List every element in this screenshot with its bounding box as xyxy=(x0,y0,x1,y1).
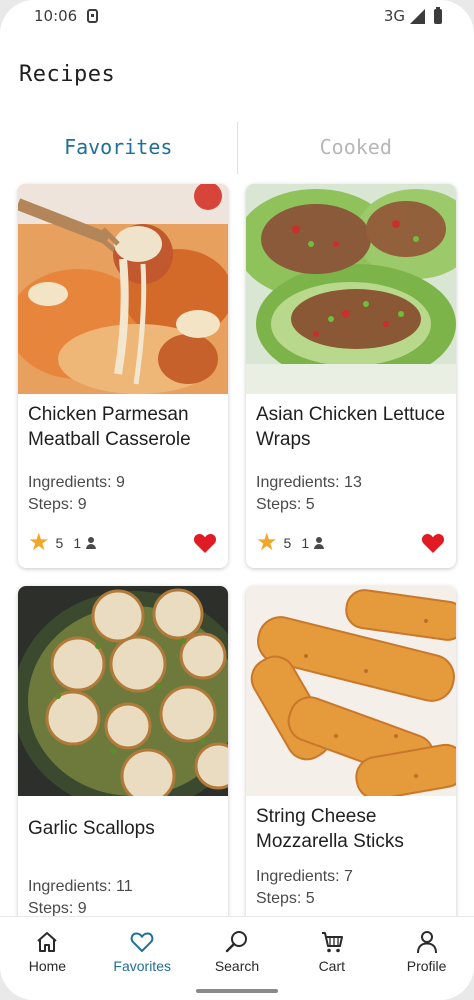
phone-screen: 10:06 3G Recipes Favorites Cooked Chicke… xyxy=(0,0,474,1000)
favorite-heart-icon[interactable] xyxy=(420,531,446,555)
recipe-image-casserole xyxy=(18,184,228,394)
recipe-card[interactable]: Asian Chicken Lettuce Wraps Ingredients:… xyxy=(246,184,456,568)
recipe-title: Asian Chicken Lettuce Wraps xyxy=(256,404,446,450)
ingredients-count: Ingredients: 11 xyxy=(28,878,133,895)
nav-profile[interactable]: Profile xyxy=(379,929,474,1000)
card-footer: ★ 5 1 xyxy=(256,530,446,556)
recipe-meta: Ingredients: 11 Steps: 9 xyxy=(28,876,218,920)
recipe-meta: Ingredients: 9 Steps: 9 xyxy=(28,472,218,516)
recipe-image-lettuce-wraps xyxy=(246,184,456,394)
nav-home[interactable]: Home xyxy=(0,929,95,1000)
recipe-card[interactable]: String Cheese Mozzarella Sticks Ingredie… xyxy=(246,586,456,926)
cooked-count: 1 xyxy=(301,535,310,551)
search-icon xyxy=(225,931,247,953)
recipe-title: Chicken Parmesan Meatball Casserole xyxy=(28,404,191,450)
heart-icon xyxy=(130,932,154,953)
ingredients-count: Ingredients: 13 xyxy=(256,474,362,491)
recipe-card[interactable]: Chicken Parmesan Meatball Casserole Ingr… xyxy=(18,184,228,568)
recipe-meta: Ingredients: 7 Steps: 5 xyxy=(256,866,446,910)
rating-value: 5 xyxy=(283,535,292,551)
network-type: 3G xyxy=(383,7,405,25)
person-icon xyxy=(313,537,325,549)
cart-icon xyxy=(321,932,343,953)
recipe-image-scallops xyxy=(18,586,228,796)
status-left: 10:06 xyxy=(34,7,99,25)
recipe-meta: Ingredients: 13 Steps: 5 xyxy=(256,472,446,516)
steps-count: Steps: 5 xyxy=(256,890,315,907)
status-bar: 10:06 3G xyxy=(0,0,474,32)
favorite-heart-icon[interactable] xyxy=(192,531,218,555)
nav-label: Cart xyxy=(318,958,346,974)
tab-bar: Favorites Cooked xyxy=(0,120,474,174)
recipe-image-mozzarella-sticks xyxy=(246,586,456,796)
sim-icon xyxy=(87,9,99,23)
rating-value: 5 xyxy=(55,535,64,551)
recipe-title: String Cheese Mozzarella Sticks xyxy=(256,806,404,852)
ingredients-count: Ingredients: 7 xyxy=(256,868,353,885)
bottom-navigation: Home Favorites Search Cart Profile xyxy=(0,916,474,1000)
star-icon: ★ xyxy=(256,529,278,556)
nav-label: Home xyxy=(28,958,67,974)
nav-label: Favorites xyxy=(113,958,171,974)
status-right: 3G xyxy=(383,6,442,25)
card-footer: ★ 5 1 xyxy=(28,530,218,556)
person-icon xyxy=(416,931,437,954)
steps-count: Steps: 5 xyxy=(256,496,315,513)
home-indicator[interactable] xyxy=(196,989,278,993)
person-icon xyxy=(85,537,97,549)
recipe-title: Garlic Scallops xyxy=(28,818,155,839)
nav-label: Profile xyxy=(406,958,447,974)
tab-cooked[interactable]: Cooked xyxy=(238,120,474,174)
card-body: Chicken Parmesan Meatball Casserole Ingr… xyxy=(18,394,228,516)
tab-favorites[interactable]: Favorites xyxy=(0,120,237,174)
nav-favorites[interactable]: Favorites xyxy=(95,929,190,1000)
star-icon: ★ xyxy=(28,529,50,556)
ingredients-count: Ingredients: 9 xyxy=(28,474,125,491)
page-title: Recipes xyxy=(19,62,116,87)
steps-count: Steps: 9 xyxy=(28,496,87,513)
recipe-card[interactable]: Garlic Scallops Ingredients: 11 Steps: 9 xyxy=(18,586,228,926)
nav-cart[interactable]: Cart xyxy=(284,929,379,1000)
status-time: 10:06 xyxy=(34,7,78,25)
signal-icon xyxy=(410,8,425,24)
card-body: Garlic Scallops Ingredients: 11 Steps: 9 xyxy=(18,796,228,920)
nav-label: Search xyxy=(214,958,260,974)
card-body: String Cheese Mozzarella Sticks Ingredie… xyxy=(246,796,456,910)
cooked-count: 1 xyxy=(73,535,82,551)
home-icon xyxy=(37,932,58,952)
battery-icon xyxy=(434,6,442,24)
card-body: Asian Chicken Lettuce Wraps Ingredients:… xyxy=(246,394,456,516)
